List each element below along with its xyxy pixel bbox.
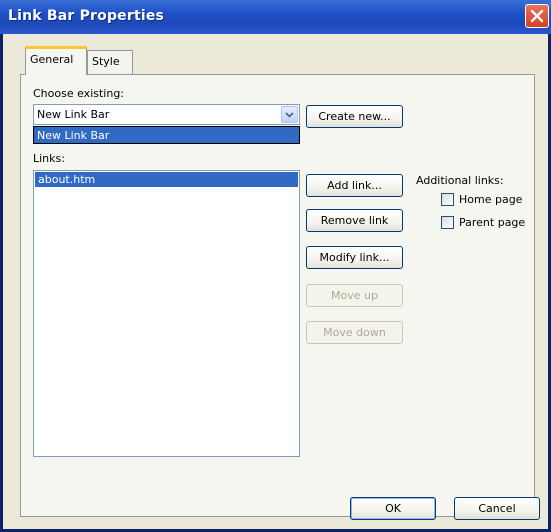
remove-link-button[interactable]: Remove link	[306, 209, 403, 232]
move-up-button[interactable]: Move up	[306, 284, 403, 307]
modify-link-label: Modify link...	[319, 251, 390, 264]
parent-page-checkbox[interactable]	[441, 216, 454, 229]
dialog-body: General Style Choose existing: New Link …	[3, 34, 548, 529]
ok-label: OK	[385, 502, 401, 515]
close-icon	[530, 9, 544, 23]
ok-button[interactable]: OK	[350, 497, 436, 520]
window-title: Link Bar Properties	[8, 8, 165, 24]
cancel-button[interactable]: Cancel	[454, 497, 540, 520]
add-link-label: Add link...	[327, 179, 382, 192]
move-down-label: Move down	[323, 326, 386, 339]
add-link-button[interactable]: Add link...	[306, 174, 403, 197]
create-new-label: Create new...	[318, 110, 391, 123]
title-bar[interactable]: Link Bar Properties	[0, 0, 551, 34]
home-page-label: Home page	[459, 193, 523, 206]
tab-general-label: General	[30, 53, 74, 66]
dropdown-option[interactable]: New Link Bar	[34, 127, 299, 143]
modify-link-button[interactable]: Modify link...	[306, 246, 403, 269]
combo-dropdown-button[interactable]	[281, 106, 298, 123]
move-down-button[interactable]: Move down	[306, 321, 403, 344]
move-up-label: Move up	[331, 289, 378, 302]
list-item[interactable]: about.htm	[35, 172, 298, 187]
links-listbox[interactable]: about.htm	[33, 170, 300, 457]
remove-link-label: Remove link	[320, 214, 389, 227]
tab-style[interactable]: Style	[87, 50, 133, 74]
tab-style-label: Style	[92, 55, 120, 68]
combo-selected-value: New Link Bar	[37, 108, 110, 121]
chevron-down-icon	[285, 111, 294, 118]
home-page-checkbox[interactable]	[441, 193, 454, 206]
links-label: Links:	[33, 152, 65, 165]
cancel-label: Cancel	[478, 502, 516, 515]
tab-general[interactable]: General	[25, 46, 87, 75]
dialog-window: Link Bar Properties General Style Choose…	[0, 0, 551, 532]
close-button[interactable]	[525, 4, 549, 28]
combo-dropdown-list: New Link Bar	[33, 126, 300, 144]
parent-page-label: Parent page	[459, 216, 526, 229]
additional-links-label: Additional links:	[416, 174, 504, 187]
create-new-button[interactable]: Create new...	[306, 105, 403, 128]
choose-existing-label: Choose existing:	[33, 87, 125, 100]
link-bar-combo[interactable]: New Link Bar	[33, 104, 300, 125]
